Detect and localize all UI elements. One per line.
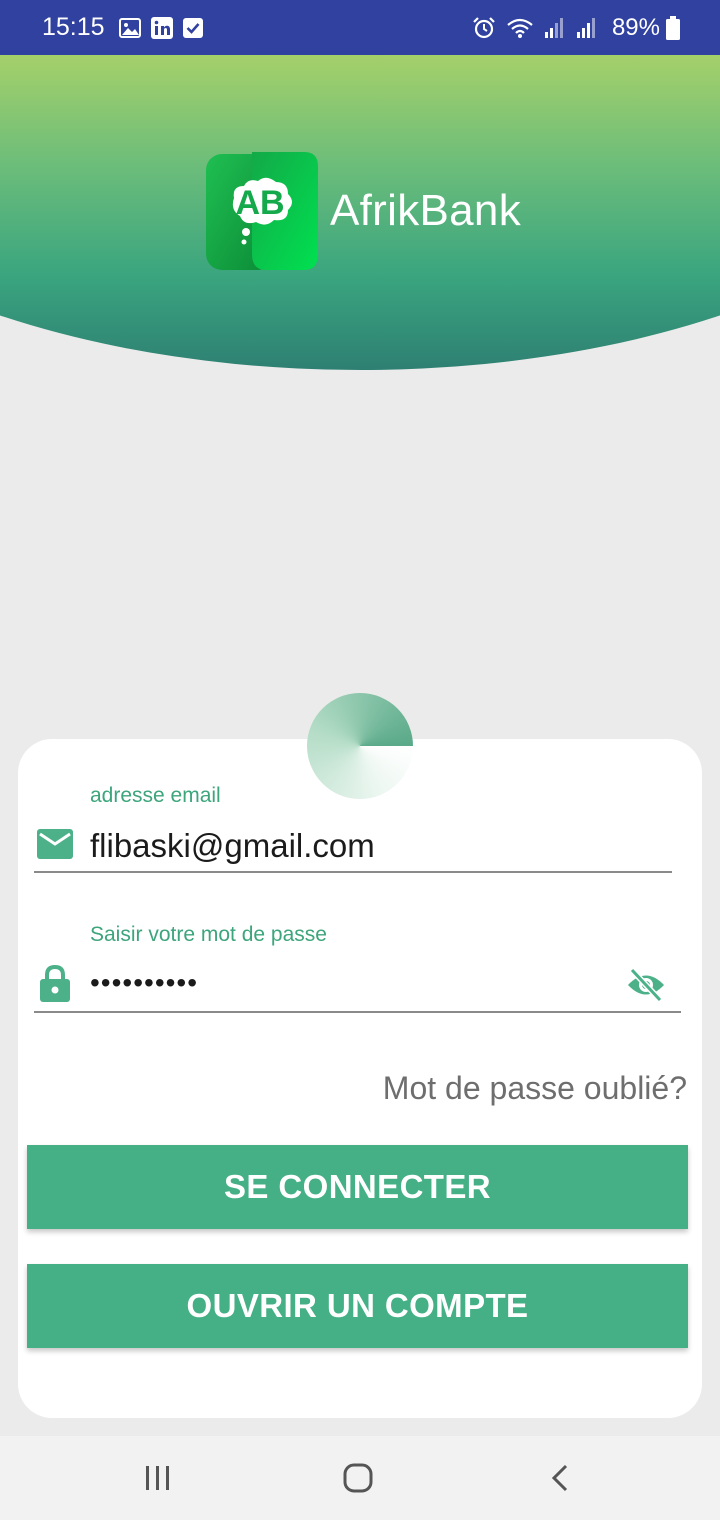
mail-icon (37, 829, 73, 864)
wifi-icon (506, 17, 534, 39)
password-underline (34, 1011, 681, 1013)
battery-icon (666, 15, 680, 40)
email-label: adresse email (90, 784, 221, 807)
status-bar: 15:15 89% (0, 0, 720, 55)
password-field[interactable]: •••••••••• (90, 967, 198, 999)
logo-letters: AB (235, 184, 284, 222)
recents-icon[interactable] (118, 1436, 198, 1520)
back-icon[interactable] (520, 1436, 600, 1520)
status-time: 15:15 (42, 13, 105, 41)
app-title: AfrikBank (330, 186, 521, 235)
lock-icon (40, 964, 70, 1007)
password-label: Saisir votre mot de passe (90, 923, 327, 946)
logo-icon: AB (206, 152, 318, 270)
signal-icon (544, 17, 566, 39)
forgot-password-link[interactable]: Mot de passe oublié? (383, 1070, 687, 1107)
email-field[interactable]: flibaski@gmail.com (90, 827, 375, 865)
signal-icon (576, 17, 598, 39)
linkedin-icon (150, 16, 173, 39)
open-account-button[interactable]: OUVRIR UN COMPTE (27, 1264, 688, 1348)
alarm-icon (472, 16, 496, 40)
nav-bar (0, 1436, 720, 1520)
email-underline (34, 871, 672, 873)
checkbox-icon (182, 17, 203, 38)
eye-off-icon[interactable] (626, 967, 666, 1007)
battery-percent: 89% (611, 13, 660, 41)
app-logo: AB AfrikBank (204, 150, 521, 272)
gallery-icon (118, 17, 141, 38)
loading-spinner (307, 693, 413, 799)
login-button[interactable]: SE CONNECTER (27, 1145, 688, 1229)
home-icon[interactable] (318, 1436, 398, 1520)
